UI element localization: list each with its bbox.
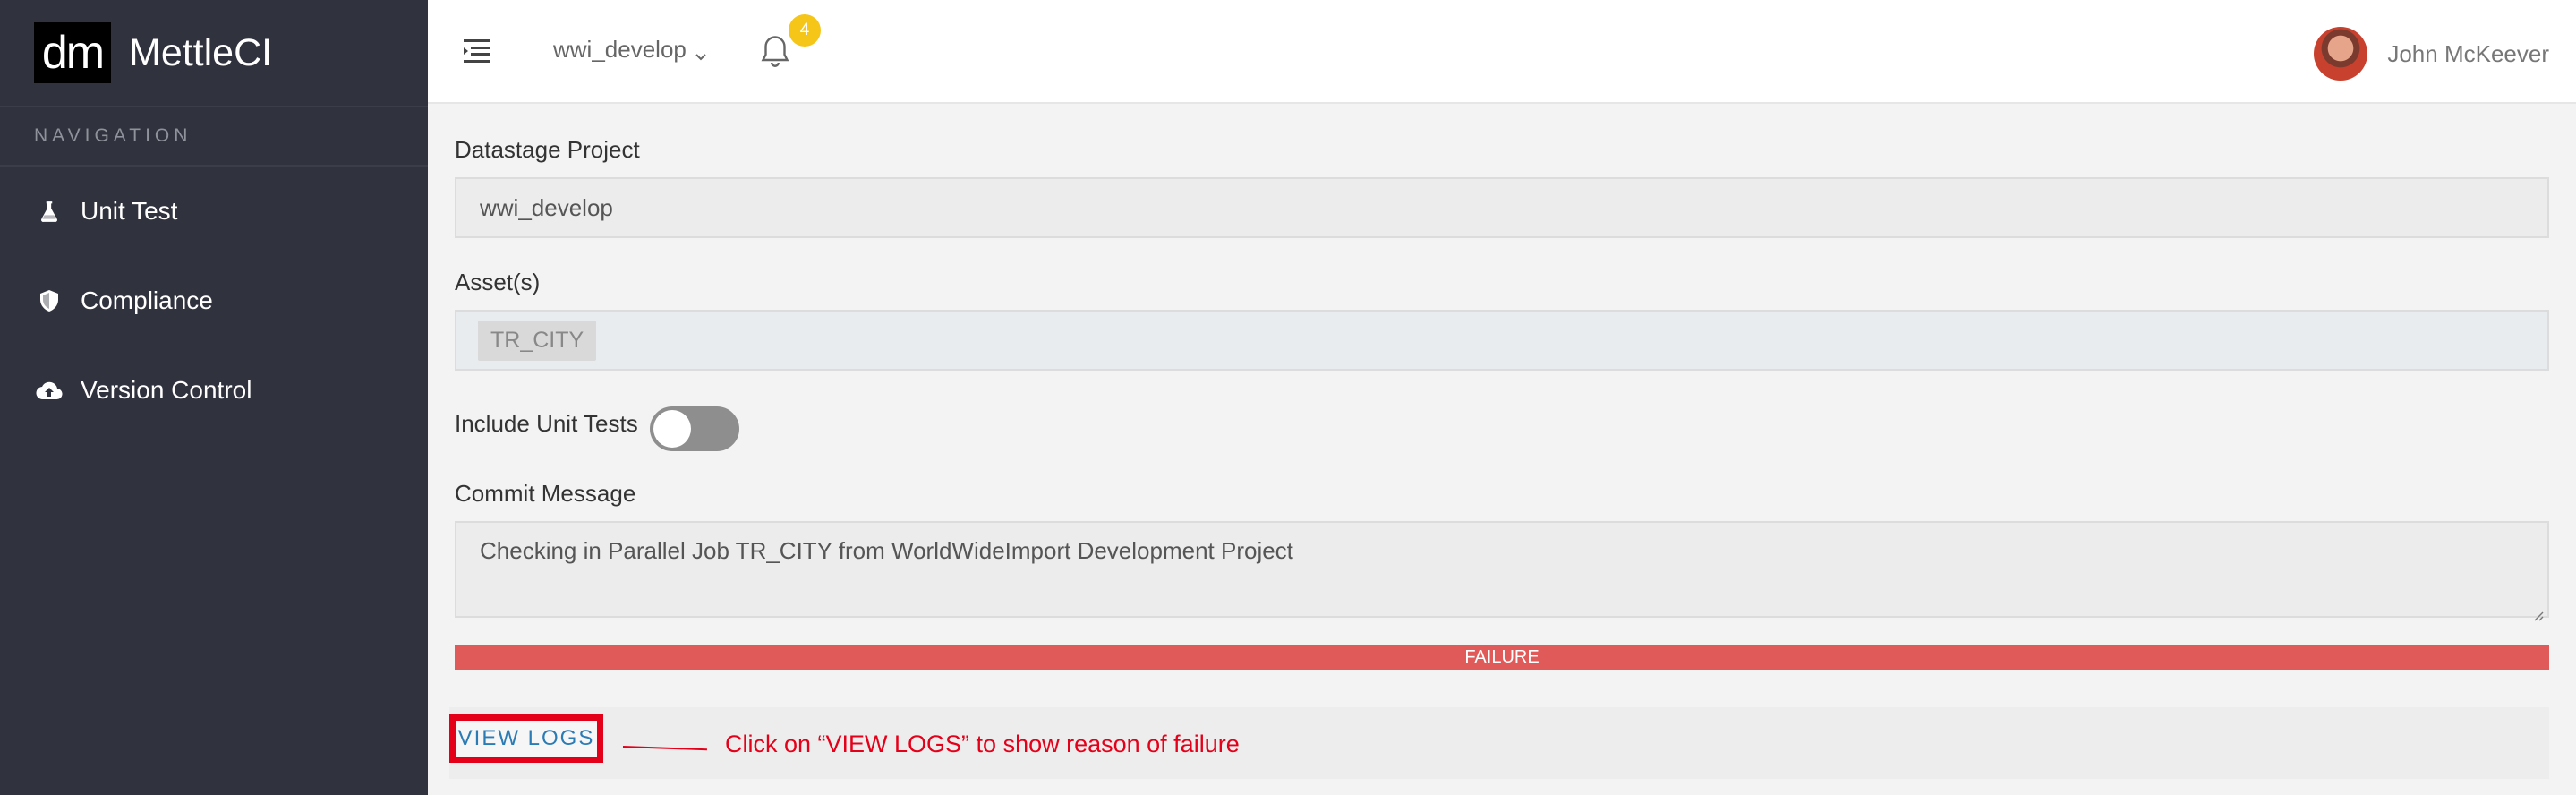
sidebar-item-unit-test[interactable]: Unit Test [0, 167, 428, 256]
cloud-upload-icon [36, 377, 63, 404]
project-field: wwi_develop [455, 177, 2549, 238]
resize-grip-icon[interactable] [2531, 600, 2544, 621]
commit-label: Commit Message [455, 480, 636, 507]
flask-icon [36, 198, 63, 225]
sidebar-item-label: Compliance [81, 286, 213, 314]
assets-field[interactable]: TR_CITY [455, 310, 2549, 371]
project-selector-value: wwi_develop [553, 36, 687, 63]
annotation-text: Click on “VIEW LOGS” to show reason of f… [725, 731, 1240, 757]
project-field-value: wwi_develop [480, 193, 613, 221]
view-logs-button[interactable]: VIEW LOGS [449, 714, 603, 763]
notification-badge: 4 [789, 14, 821, 47]
unit-tests-label: Include Unit Tests [455, 410, 638, 437]
sidebar: dm MettleCI NAVIGATION Unit Test Complia… [0, 0, 428, 795]
avatar [2314, 27, 2368, 81]
sidebar-item-label: Version Control [81, 376, 252, 404]
brand-name: MettleCI [129, 30, 273, 74]
sidebar-item-label: Unit Test [81, 197, 178, 225]
brand[interactable]: dm MettleCI [0, 0, 428, 107]
commit-message-field[interactable]: Checking in Parallel Job TR_CITY from Wo… [455, 521, 2549, 621]
status-badge: FAILURE [455, 645, 2549, 670]
unit-tests-toggle[interactable] [650, 406, 739, 451]
bell-icon[interactable] [759, 34, 791, 70]
topbar: wwi_develop 4 John McKeever [428, 0, 2576, 104]
sidebar-item-compliance[interactable]: Compliance [0, 256, 428, 346]
menu-toggle-icon[interactable] [464, 38, 494, 64]
brand-logo: dm [34, 22, 111, 83]
commit-message-text: Checking in Parallel Job TR_CITY from Wo… [480, 537, 1293, 564]
shield-icon [36, 287, 63, 314]
sidebar-item-version-control[interactable]: Version Control [0, 346, 428, 435]
nav-heading: NAVIGATION [0, 107, 428, 167]
commit-form: Datastage Project wwi_develop Asset(s) T… [428, 104, 2576, 795]
assets-label: Asset(s) [455, 269, 541, 295]
project-label: Datastage Project [455, 136, 640, 163]
user-menu[interactable]: John McKeever [2314, 27, 2549, 81]
toggle-knob [653, 410, 691, 448]
project-selector[interactable]: wwi_develop [553, 36, 708, 64]
chevron-down-icon [694, 43, 708, 60]
user-name: John McKeever [2387, 39, 2549, 67]
asset-chip[interactable]: TR_CITY [478, 320, 597, 361]
